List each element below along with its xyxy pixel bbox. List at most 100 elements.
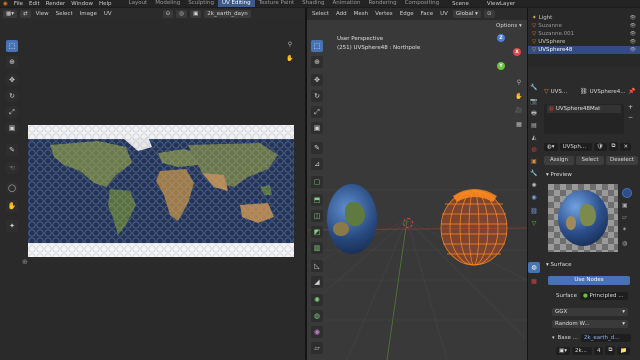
base-color-texture-field[interactable]: 2k_earth_d... [580, 334, 631, 342]
scene-tab-icon[interactable]: ◭ [528, 132, 540, 143]
perspective-icon[interactable]: ▦ [515, 120, 523, 128]
particles-tab-icon[interactable]: ✺ [528, 180, 540, 191]
remove-slot-button[interactable]: − [628, 114, 633, 121]
surface-panel-header[interactable]: ▾ Surface [546, 262, 571, 268]
select-tool[interactable]: ⬚ [311, 40, 323, 52]
tab-rendering[interactable]: Rendering [365, 0, 401, 7]
menu-file[interactable]: File [11, 1, 26, 7]
tab-animation[interactable]: Animation [328, 0, 364, 7]
uv-zoom-icon[interactable]: ⚲ [286, 40, 294, 48]
3d-cursor-icon[interactable] [403, 218, 413, 228]
outliner-row[interactable]: ✦ Light 👁 [528, 14, 640, 22]
image-name-field[interactable]: 2k_earth_dayn [204, 10, 251, 18]
options-button[interactable]: Options ▾ [493, 22, 525, 30]
proportional-icon[interactable]: ◎ [176, 10, 188, 18]
preview-plane-type-icon[interactable]: ▱ [622, 214, 627, 221]
viewport-3d[interactable]: Select Add Mesh Vertex Edge Face UV Glob… [307, 8, 527, 360]
axis-y-icon[interactable]: Y [497, 62, 505, 70]
move-tool[interactable]: ✥ [6, 74, 18, 86]
transform-tool[interactable]: ▣ [311, 122, 323, 134]
image-browse-icon[interactable]: ▣ [190, 10, 202, 18]
uv-menu-select[interactable]: Select [54, 11, 75, 17]
tab-uv-editing[interactable]: UV Editing [217, 0, 255, 7]
output-tab-icon[interactable]: 🖶 [528, 108, 540, 119]
preview-world-type-icon[interactable]: ◍ [622, 240, 627, 247]
menu-edit[interactable]: Edit [26, 1, 43, 7]
loop-cut-tool[interactable]: ▥ [311, 242, 323, 254]
physics-tab-icon[interactable]: ◉ [528, 192, 540, 203]
select-button[interactable]: Select [576, 156, 604, 165]
rotate-tool[interactable]: ↻ [6, 90, 18, 102]
knife-tool[interactable]: ◺ [311, 260, 323, 272]
object-tab-icon[interactable]: ▣ [528, 156, 540, 167]
smooth-tool[interactable]: ◍ [311, 310, 323, 322]
menu-render[interactable]: Render [43, 1, 69, 7]
texture-tab-icon[interactable]: ▦ [528, 276, 540, 287]
duplicate-icon[interactable]: ⧉ [608, 142, 619, 151]
zoom-icon[interactable]: ⚲ [515, 78, 523, 86]
assign-button[interactable]: Assign [544, 156, 574, 165]
uv-sync-icon[interactable]: ⇄ [19, 10, 31, 18]
select-box-tool[interactable]: ⬚ [6, 40, 18, 52]
pan-icon[interactable]: ✋ [515, 92, 523, 100]
tab-layout[interactable]: Layout [125, 0, 152, 7]
add-slot-button[interactable]: + [628, 104, 633, 111]
scale-tool[interactable]: ⤢ [311, 106, 323, 118]
vp-menu-edge[interactable]: Edge [398, 11, 416, 17]
poly-build-tool[interactable]: ◢ [311, 276, 323, 288]
preview-panel-header[interactable]: ▾ Preview [546, 172, 572, 178]
tab-modeling[interactable]: Modeling [151, 0, 184, 7]
preview-sphere-type-icon[interactable] [622, 188, 632, 198]
material-slot-row[interactable]: ◍ UVSphere48Mat [547, 105, 621, 113]
menu-help[interactable]: Help [96, 1, 115, 7]
pin-icon[interactable]: 📌 [628, 88, 635, 95]
snap-icon[interactable]: ⊙ [162, 10, 174, 18]
material-tab-icon[interactable]: ◍ [528, 262, 540, 273]
axis-z-icon[interactable]: Z [497, 34, 505, 42]
uv-menu-uv[interactable]: UV [102, 11, 114, 17]
tab-texture-paint[interactable]: Texture Paint [255, 0, 299, 7]
vp-menu-mesh[interactable]: Mesh [352, 11, 370, 17]
tab-compositing[interactable]: Compositing [401, 0, 443, 7]
spin-tool[interactable]: ✺ [311, 294, 323, 306]
image-browse-icon[interactable]: ▣▾ [556, 346, 570, 355]
grab-tool[interactable]: ☜ [6, 162, 18, 174]
viewlayer-selector[interactable]: ViewLayer [484, 1, 518, 7]
vp-menu-face[interactable]: Face [419, 11, 435, 17]
orientation-dropdown[interactable]: Global ▾ [452, 10, 481, 18]
use-nodes-button[interactable]: Use Nodes [548, 276, 630, 285]
add-cube-tool[interactable]: ▢ [311, 176, 323, 188]
constraints-tab-icon[interactable]: ⛓ [528, 206, 540, 217]
annotate-tool[interactable]: ✎ [311, 142, 323, 154]
tab-shading[interactable]: Shading [298, 0, 328, 7]
tab-sculpting[interactable]: Sculpting [184, 0, 218, 7]
shear-tool[interactable]: ▱ [311, 342, 323, 354]
vp-menu-add[interactable]: Add [334, 11, 349, 17]
vp-menu-vertex[interactable]: Vertex [373, 11, 395, 17]
distribution-dropdown[interactable]: GGX ▾ [552, 308, 628, 316]
move-tool[interactable]: ✥ [311, 74, 323, 86]
pivot-icon[interactable]: ⊙ [483, 10, 495, 18]
blender-logo-icon[interactable]: ◉ [0, 1, 11, 7]
material-slot-list[interactable]: ◍ UVSphere48Mat [544, 104, 624, 134]
uv-menu-view[interactable]: View [34, 11, 51, 17]
annotate-tool[interactable]: ✎ [6, 144, 18, 156]
view-layer-tab-icon[interactable]: ▤ [528, 120, 540, 131]
relax-tool[interactable]: ◯ [6, 182, 18, 194]
surface-shader-field[interactable]: ● Principled ... [579, 292, 628, 300]
bevel-tool[interactable]: ◩ [311, 226, 323, 238]
render-tab-icon[interactable]: 📷 [528, 96, 540, 107]
preview-cube-type-icon[interactable]: ▣ [622, 202, 628, 209]
modifier-tab-icon[interactable]: 🔧 [528, 168, 540, 179]
cursor-tool[interactable]: ⊕ [311, 56, 323, 68]
data-tab-icon[interactable]: ▽ [528, 218, 540, 229]
earth-sphere-object[interactable] [327, 184, 377, 254]
editor-type-icon[interactable]: ▦▾ [3, 10, 17, 18]
eye-icon[interactable]: 👁 [630, 15, 636, 21]
world-tab-icon[interactable]: ◍ [528, 144, 540, 155]
sample-tool[interactable]: ✦ [6, 220, 18, 232]
outliner-row[interactable]: ▽ Suzanne 👁 [528, 22, 640, 30]
pinch-tool[interactable]: ✋ [6, 200, 18, 212]
uv-menu-image[interactable]: Image [78, 11, 99, 17]
scene-selector[interactable]: Scene [449, 1, 472, 7]
